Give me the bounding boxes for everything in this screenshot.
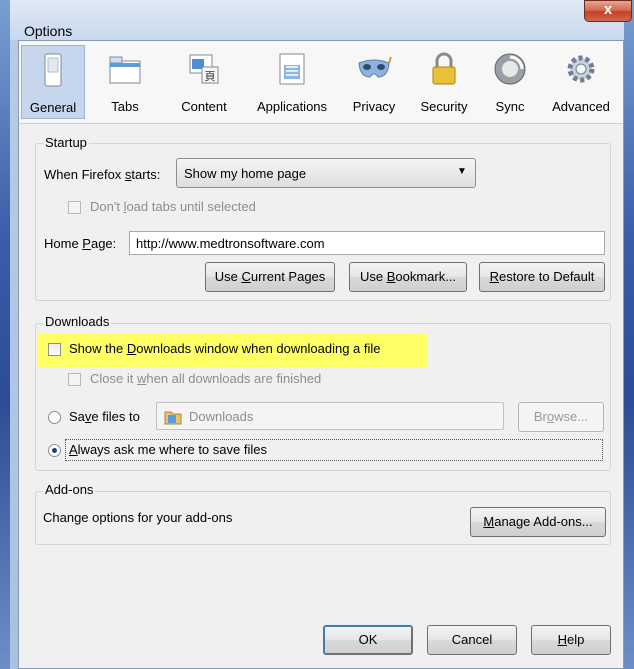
save-files-label: Save files to (69, 409, 140, 424)
use-bookmark-button[interactable]: Use Bookmark... (349, 262, 467, 292)
tab-general-label: General (29, 100, 77, 115)
help-button[interactable]: Help (531, 625, 611, 655)
tab-general[interactable]: General (21, 45, 85, 119)
browse-button[interactable]: Browse... (518, 402, 604, 432)
show-downloads-window-checkbox[interactable] (48, 343, 61, 356)
tab-content-label: Content (181, 99, 227, 114)
tab-privacy-label: Privacy (352, 99, 396, 114)
startup-select-value: Show my home page (184, 166, 307, 181)
options-dialog-body: General Tabs 頁 Content Applications Priv… (18, 40, 624, 669)
tab-advanced-label: Advanced (552, 99, 610, 114)
home-page-input[interactable]: http://www.medtronsoftware.com (129, 231, 605, 255)
svg-text:頁: 頁 (205, 70, 216, 83)
folder-icon (164, 411, 182, 425)
close-it-checkbox[interactable] (68, 373, 81, 386)
applications-icon (279, 53, 305, 85)
tab-advanced[interactable]: Advanced (543, 45, 619, 119)
tab-tabs-label: Tabs (111, 99, 139, 114)
save-files-radio[interactable] (48, 411, 61, 424)
addons-legend: Add-ons (43, 482, 96, 497)
title-bar[interactable]: Options x (10, 0, 632, 40)
home-page-label: Home Page: (44, 236, 117, 251)
tab-tabs[interactable]: Tabs (97, 45, 153, 119)
cancel-label: Cancel (451, 632, 493, 647)
startup-legend: Startup (43, 135, 89, 150)
save-folder-field[interactable]: Downloads (156, 402, 504, 430)
always-ask-radio[interactable] (48, 444, 61, 457)
tab-security[interactable]: Security (411, 45, 477, 119)
restore-to-default-button[interactable]: Restore to Default (479, 262, 605, 292)
window-border-left (0, 0, 10, 669)
use-current-pages-button[interactable]: Use Current Pages (205, 262, 335, 292)
chevron-down-icon: ▼ (457, 166, 467, 177)
close-icon: x (603, 1, 613, 18)
window-title: Options (24, 23, 73, 39)
save-folder-value: Downloads (189, 409, 254, 424)
show-downloads-window-label: Show the Downloads window when downloadi… (69, 341, 381, 356)
addons-description: Change options for your add-ons (43, 510, 233, 525)
dont-load-tabs-label: Don't load tabs until selected (90, 199, 256, 214)
pane-toolbar: General Tabs 頁 Content Applications Priv… (19, 41, 623, 124)
tabs-icon (109, 56, 141, 84)
tab-sync[interactable]: Sync (485, 45, 535, 119)
close-button[interactable]: x (584, 0, 632, 22)
ok-button[interactable]: OK (323, 625, 413, 655)
advanced-gear-icon (567, 55, 595, 83)
manage-addons-button[interactable]: Manage Add-ons... (470, 507, 606, 537)
cancel-button[interactable]: Cancel (427, 625, 517, 655)
always-ask-label: Always ask me where to save files (69, 442, 267, 457)
tab-security-label: Security (420, 99, 468, 114)
home-page-value: http://www.medtronsoftware.com (136, 236, 325, 251)
tab-sync-label: Sync (495, 99, 525, 114)
downloads-legend: Downloads (43, 314, 112, 329)
content-icon: 頁 (189, 54, 219, 84)
tab-applications[interactable]: Applications (247, 45, 337, 119)
privacy-mask-icon (358, 56, 392, 78)
general-icon (44, 53, 62, 87)
when-firefox-starts-label: When Firefox starts: (44, 167, 161, 182)
ok-label: OK (358, 632, 378, 647)
close-it-label: Close it when all downloads are finished (90, 371, 322, 386)
startup-select[interactable]: Show my home page ▼ (176, 158, 476, 188)
tab-privacy[interactable]: Privacy (345, 45, 403, 119)
dont-load-tabs-checkbox[interactable] (68, 201, 81, 214)
tab-content[interactable]: 頁 Content (169, 45, 239, 119)
sync-icon (494, 53, 526, 85)
window-border-right (624, 0, 634, 669)
tab-applications-label: Applications (256, 99, 328, 114)
security-lock-icon (432, 52, 456, 85)
